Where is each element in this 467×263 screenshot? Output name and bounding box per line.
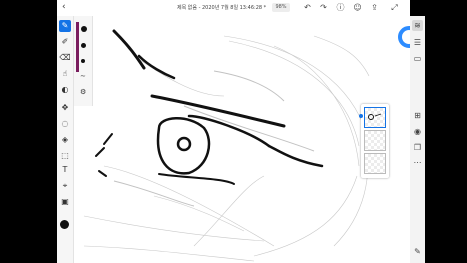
smudge-tool-icon[interactable]: ☝ — [59, 68, 71, 80]
visibility-icon[interactable]: ◉ — [412, 126, 423, 137]
image-tool-icon[interactable]: ▣ — [59, 196, 71, 208]
fullscreen-icon[interactable]: ⤢ — [389, 2, 400, 13]
brush-flow-icon[interactable] — [81, 59, 85, 63]
undo-icon[interactable]: ↶ — [302, 2, 313, 13]
text-tool-icon[interactable]: T — [59, 164, 71, 176]
eyedropper-tool-icon[interactable]: ⌖ — [59, 180, 71, 192]
layer-thumbnail[interactable] — [364, 153, 386, 174]
blend-tool-icon[interactable]: ◐ — [59, 84, 71, 96]
brush-size-slider[interactable] — [76, 22, 79, 72]
tool-rail: ✎ ✐ ⌫ ☝ ◐ ✥ ◌ ◈ ⬚ T ⌖ ▣ — [57, 16, 74, 263]
pixel-brush-tool-icon[interactable]: ✐ — [59, 36, 71, 48]
zoom-level[interactable]: 98% — [272, 3, 290, 12]
more-icon[interactable]: ⋯ — [412, 157, 423, 168]
active-layer-indicator — [359, 114, 363, 118]
brush-opacity-icon[interactable] — [81, 43, 86, 48]
layer-thumbnail[interactable] — [364, 107, 386, 128]
drawing-canvas[interactable] — [74, 16, 410, 263]
right-rail: ≋ ☰ ▭ ⊞ ◉ ❐ ⋯ ✎ — [410, 16, 425, 263]
layer-preview-icon — [368, 113, 382, 120]
top-bar: ‹ 제목 없음 - 2020년 7월 8일 13:46:28 * 98% ↶ ↷… — [57, 0, 410, 16]
brush-settings-panel: ∼ ⚙ — [74, 16, 93, 106]
brush-size-icon[interactable] — [81, 26, 87, 32]
brush-shape-icon[interactable]: ∼ — [80, 72, 86, 80]
fill-tool-icon[interactable]: ◈ — [59, 134, 71, 146]
brush-settings-icon[interactable]: ⚙ — [80, 88, 86, 96]
eraser-tool-icon[interactable]: ⌫ — [59, 52, 71, 64]
back-icon[interactable]: ‹ — [62, 2, 66, 12]
document-title: 제목 없음 - 2020년 7월 8일 13:46:28 * — [177, 5, 267, 11]
layers-panel — [359, 104, 389, 178]
transform-tool-icon[interactable]: ✥ — [59, 102, 71, 114]
duplicate-icon[interactable]: ❐ — [412, 142, 423, 153]
lasso-tool-icon[interactable]: ◌ — [59, 118, 71, 130]
layer-thumbnail[interactable] — [364, 130, 386, 151]
app-window: ‹ 제목 없음 - 2020년 7월 8일 13:46:28 * 98% ↶ ↷… — [57, 0, 410, 263]
layer-properties-icon[interactable]: ☰ — [412, 37, 423, 48]
add-layer-icon[interactable]: ⊞ — [412, 110, 423, 121]
help-icon[interactable]: ⓘ — [335, 2, 346, 13]
comments-icon[interactable]: ▭ — [412, 53, 423, 64]
export-icon[interactable]: ⇪ — [369, 2, 380, 13]
paint-brush-tool-icon[interactable]: ✎ — [59, 20, 71, 32]
select-tool-icon[interactable]: ⬚ — [59, 150, 71, 162]
pen-settings-icon[interactable]: ✎ — [412, 246, 423, 257]
color-swatch[interactable] — [60, 220, 69, 229]
redo-icon[interactable]: ↷ — [318, 2, 329, 13]
share-icon[interactable]: ☺ — [352, 2, 363, 13]
layers-icon[interactable]: ≋ — [412, 20, 423, 31]
